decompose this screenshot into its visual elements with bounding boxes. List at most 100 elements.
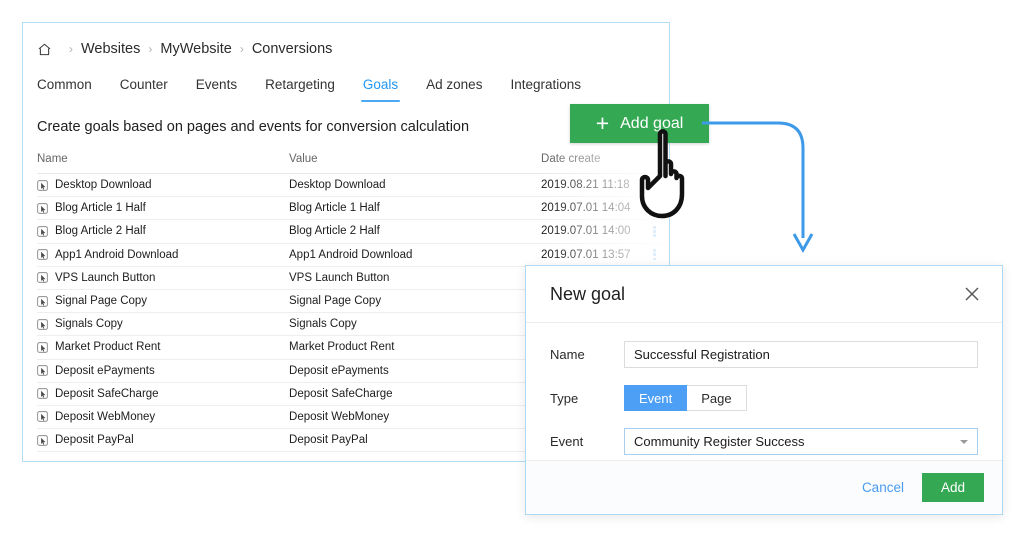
breadcrumb-item-mywebsite[interactable]: MyWebsite <box>160 41 231 57</box>
field-row-event: Event Community Register Success <box>550 428 978 455</box>
cell-name: Deposit WebMoney <box>37 411 289 423</box>
cell-name: App1 Android Download <box>37 249 289 261</box>
field-row-type: Type Event Page <box>550 385 978 411</box>
cell-name: Deposit PayPal <box>37 434 289 446</box>
tab-ad-zones[interactable]: Ad zones <box>426 73 482 102</box>
click-target-icon <box>37 249 48 260</box>
click-target-icon <box>37 180 48 191</box>
breadcrumb-item-websites[interactable]: Websites <box>81 41 140 57</box>
goal-name: Deposit ePayments <box>55 365 155 377</box>
new-goal-dialog: New goal Name Successful Registration Ty… <box>525 265 1003 515</box>
cell-value: Blog Article 1 Half <box>289 202 541 214</box>
event-select[interactable]: Community Register Success <box>624 428 978 455</box>
cell-name: Deposit SafeCharge <box>37 388 289 400</box>
cell-name: Market Product Rent <box>37 341 289 353</box>
cell-value: Signals Copy <box>289 318 541 330</box>
click-target-icon <box>37 203 48 214</box>
cell-value: Deposit ePayments <box>289 365 541 377</box>
column-header-name: Name <box>37 153 289 165</box>
click-target-icon <box>37 226 48 237</box>
tab-goals[interactable]: Goals <box>363 73 398 102</box>
dialog-title: New goal <box>550 284 625 305</box>
cell-value: Deposit PayPal <box>289 434 541 446</box>
cell-value: VPS Launch Button <box>289 272 541 284</box>
dialog-footer: Cancel Add <box>526 460 1002 514</box>
goal-name: Signals Copy <box>55 318 123 330</box>
click-target-icon <box>37 388 48 399</box>
cell-date: 2019.07.01 13:57 <box>541 249 639 261</box>
chevron-down-icon <box>960 440 968 444</box>
cell-menu <box>639 249 669 260</box>
goal-name: Desktop Download <box>55 179 152 191</box>
cell-name: Blog Article 2 Half <box>37 225 289 237</box>
close-icon[interactable] <box>962 284 982 304</box>
breadcrumb-separator: › <box>148 42 152 56</box>
cell-value: App1 Android Download <box>289 249 541 261</box>
cell-name: Blog Article 1 Half <box>37 202 289 214</box>
add-button[interactable]: Add <box>922 473 984 502</box>
cell-name: VPS Launch Button <box>37 272 289 284</box>
page-subtitle: Create goals based on pages and events f… <box>37 119 469 135</box>
tab-counter[interactable]: Counter <box>120 73 168 102</box>
breadcrumb-separator: › <box>69 42 73 56</box>
column-header-value: Value <box>289 153 541 165</box>
cell-date: 2019.08.21 11:18 <box>541 179 639 191</box>
click-target-icon <box>37 319 48 330</box>
breadcrumb-separator: › <box>240 42 244 56</box>
click-target-icon <box>37 411 48 422</box>
cell-date: 2019.07.01 14:00 <box>541 225 639 237</box>
type-segmented-control: Event Page <box>624 385 747 411</box>
goal-name: Signal Page Copy <box>55 295 147 307</box>
pointing-hand-cursor-icon <box>630 128 710 224</box>
type-option-page[interactable]: Page <box>687 385 746 411</box>
dialog-body: Name Successful Registration Type Event … <box>526 323 1002 455</box>
event-label: Event <box>550 434 624 449</box>
home-icon[interactable] <box>37 42 52 57</box>
cell-value: Blog Article 2 Half <box>289 225 541 237</box>
cell-name: Desktop Download <box>37 179 289 191</box>
goal-name: Deposit WebMoney <box>55 411 155 423</box>
cell-name: Deposit ePayments <box>37 365 289 377</box>
dialog-header: New goal <box>526 266 1002 323</box>
breadcrumb: › Websites › MyWebsite › Conversions <box>37 36 332 62</box>
type-label: Type <box>550 391 624 406</box>
click-target-icon <box>37 435 48 446</box>
table-row[interactable]: App1 Android Download App1 Android Downlo… <box>37 244 669 267</box>
breadcrumb-item-conversions[interactable]: Conversions <box>252 41 333 57</box>
click-target-icon <box>37 342 48 353</box>
cell-value: Deposit WebMoney <box>289 411 541 423</box>
goal-name: App1 Android Download <box>55 249 178 261</box>
table-row[interactable]: Blog Article 1 HalfBlog Article 1 Half20… <box>37 197 669 220</box>
tab-retargeting[interactable]: Retargeting <box>265 73 335 102</box>
cell-name: Signals Copy <box>37 318 289 330</box>
tab-common[interactable]: Common <box>37 73 92 102</box>
event-select-value: Community Register Success <box>634 434 805 449</box>
field-row-name: Name Successful Registration <box>550 341 978 368</box>
cell-date: 2019.07.01 14:04 <box>541 202 639 214</box>
type-option-event[interactable]: Event <box>624 385 687 411</box>
tab-events[interactable]: Events <box>196 73 237 102</box>
more-vertical-icon[interactable] <box>653 249 656 260</box>
cell-value: Signal Page Copy <box>289 295 541 307</box>
table-row[interactable]: Blog Article 2 HalfBlog Article 2 Half20… <box>37 220 669 243</box>
goal-name: VPS Launch Button <box>55 272 155 284</box>
more-vertical-icon[interactable] <box>653 226 656 237</box>
click-target-icon <box>37 272 48 283</box>
goal-name: Market Product Rent <box>55 341 160 353</box>
column-header-date: Date create <box>541 153 639 165</box>
cancel-button[interactable]: Cancel <box>862 480 904 495</box>
tab-integrations[interactable]: Integrations <box>510 73 581 102</box>
name-label: Name <box>550 347 624 362</box>
table-row[interactable]: Desktop DownloadDesktop Download2019.08.… <box>37 174 669 197</box>
curved-arrow-icon <box>700 110 830 270</box>
plus-icon: + <box>596 112 609 135</box>
goal-name: Deposit PayPal <box>55 434 134 446</box>
cell-name: Signal Page Copy <box>37 295 289 307</box>
cell-menu <box>639 226 669 237</box>
click-target-icon <box>37 365 48 376</box>
cell-value: Deposit SafeCharge <box>289 388 541 400</box>
name-input[interactable]: Successful Registration <box>624 341 978 368</box>
cell-value: Desktop Download <box>289 179 541 191</box>
goal-name: Blog Article 1 Half <box>55 202 146 214</box>
table-header-row: Name Value Date create <box>37 153 669 174</box>
